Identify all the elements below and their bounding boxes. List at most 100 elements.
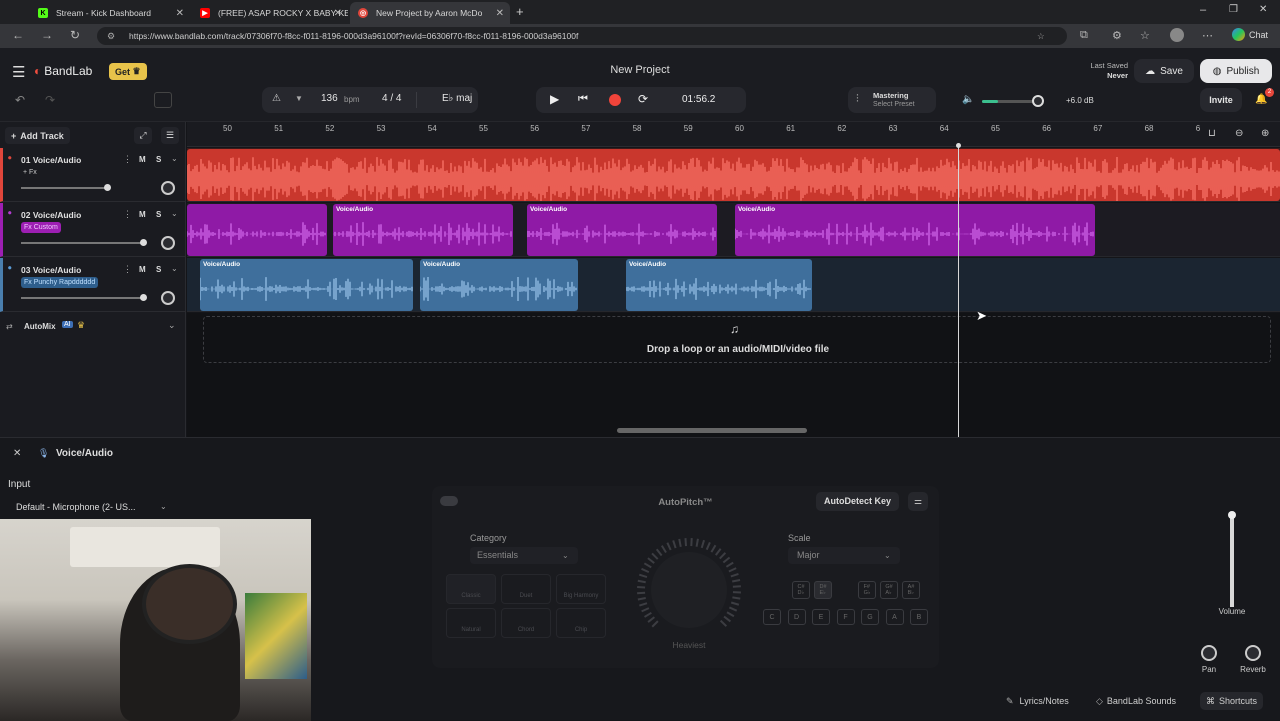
- lyrics-notes-button[interactable]: ✎Lyrics/Notes: [1006, 692, 1069, 710]
- reverb-knob[interactable]: [1245, 645, 1261, 661]
- close-icon[interactable]: ✕: [334, 8, 342, 19]
- bandlab-sounds-button[interactable]: ◇BandLab Sounds: [1096, 692, 1176, 710]
- record-icon[interactable]: [609, 94, 621, 106]
- audio-clip[interactable]: Voice/Audio: [333, 204, 513, 256]
- input-select[interactable]: Default - Microphone (2- US... ⌄: [8, 499, 174, 515]
- close-icon[interactable]: ✕: [13, 448, 21, 459]
- solo-button[interactable]: S: [156, 265, 161, 274]
- chevron-down-icon[interactable]: ⌄: [168, 320, 176, 331]
- window-close-icon[interactable]: ✕: [1259, 4, 1267, 15]
- redo-icon[interactable]: ↷: [45, 93, 55, 107]
- sharp-key[interactable]: G# A♭: [880, 581, 898, 599]
- audio-clip[interactable]: Voice/Audio: [527, 204, 717, 256]
- solo-button[interactable]: S: [156, 210, 161, 219]
- volume-fader[interactable]: [1230, 511, 1234, 607]
- audio-clip[interactable]: Voice/Audio: [735, 204, 1095, 256]
- playhead[interactable]: [958, 146, 959, 437]
- forward-icon[interactable]: →: [41, 28, 53, 42]
- more-icon[interactable]: ⋯: [1202, 29, 1213, 42]
- sharp-key[interactable]: C# D♭: [792, 581, 810, 599]
- skip-back-icon[interactable]: ⏮: [578, 93, 588, 106]
- track-volume-slider[interactable]: [21, 242, 146, 244]
- chevron-down-icon[interactable]: ⌄: [171, 154, 178, 163]
- reload-icon[interactable]: ↻: [70, 28, 80, 42]
- timeline-ruler[interactable]: 505152535455565758596061626364656667686 …: [187, 122, 1280, 147]
- pan-knob[interactable]: [161, 181, 175, 195]
- preset-button[interactable]: Natural: [446, 608, 496, 638]
- automation-icon[interactable]: ⤢: [134, 127, 152, 144]
- browser-tab[interactable]: ▶ (FREE) ASAP ROCKY X BABY KEEM ✕: [192, 2, 348, 24]
- track-menu-icon[interactable]: ⋮: [123, 154, 132, 165]
- close-icon[interactable]: ✕: [176, 8, 184, 19]
- publish-button[interactable]: ◍Publish: [1200, 59, 1272, 83]
- chat-button[interactable]: Chat: [1232, 28, 1268, 41]
- sharp-key[interactable]: D# E♭: [814, 581, 832, 599]
- pan-knob[interactable]: [161, 236, 175, 250]
- solo-button[interactable]: S: [156, 155, 161, 164]
- magnet-icon[interactable]: ⊔: [1208, 128, 1216, 139]
- note-key[interactable]: F: [837, 609, 855, 625]
- track-name[interactable]: 02 Voice/Audio: [21, 210, 81, 220]
- chevron-down-icon[interactable]: ▼: [295, 94, 303, 103]
- track-volume-slider[interactable]: [21, 297, 146, 299]
- slider-thumb[interactable]: [140, 239, 147, 246]
- zoom-out-icon[interactable]: ⊖: [1235, 128, 1243, 139]
- track-lane[interactable]: [187, 148, 1280, 202]
- speaker-icon[interactable]: 🔈: [962, 94, 974, 105]
- note-key[interactable]: A: [886, 609, 904, 625]
- track-header[interactable]: ⏺ 01 Voice/Audio ⋮ M S ⌄ + Fx: [0, 148, 186, 202]
- metronome-icon[interactable]: ⚠: [272, 93, 281, 104]
- time-signature[interactable]: 4 / 4: [382, 93, 401, 104]
- pan-knob[interactable]: [161, 291, 175, 305]
- note-key[interactable]: B: [910, 609, 928, 625]
- invite-button[interactable]: Invite: [1200, 88, 1242, 112]
- minimize-icon[interactable]: –: [1200, 4, 1206, 16]
- back-icon[interactable]: ←: [12, 28, 24, 42]
- horizontal-scrollbar[interactable]: [617, 428, 807, 433]
- volume-thumb[interactable]: [1032, 95, 1044, 107]
- fx-button[interactable]: Fx Custom: [21, 222, 61, 233]
- bookmark-star-icon[interactable]: ☆: [1037, 27, 1045, 45]
- maximize-icon[interactable]: ❐: [1229, 4, 1238, 15]
- track-header[interactable]: ⏺ 02 Voice/Audio ⋮ M S ⌄ Fx Custom: [0, 203, 186, 257]
- settings-sliders-icon[interactable]: ⚌: [908, 492, 928, 511]
- preset-button[interactable]: Classic: [446, 574, 496, 604]
- track-volume-slider[interactable]: [21, 187, 107, 189]
- key-value[interactable]: E♭ maj: [442, 93, 472, 104]
- zoom-in-icon[interactable]: ⊕: [1261, 128, 1269, 139]
- browser-tab-active[interactable]: ◎ New Project by Aaron McDo ✕: [350, 2, 510, 24]
- audio-clip[interactable]: [187, 149, 1280, 201]
- sharp-key[interactable]: A# B♭: [902, 581, 920, 599]
- grid-icon[interactable]: [154, 92, 172, 108]
- playhead-handle[interactable]: [956, 143, 961, 148]
- audio-clip[interactable]: Voice/Audio: [626, 259, 812, 311]
- track-lane[interactable]: Voice/Audio Voice/Audio Voice/Audio: [187, 258, 1280, 312]
- note-key[interactable]: D: [788, 609, 806, 625]
- slider-thumb[interactable]: [104, 184, 111, 191]
- category-select[interactable]: Essentials ⌄: [470, 547, 578, 564]
- track-header[interactable]: ⏺ 03 Voice/Audio ⋮ M S ⌄ Fx Punchy Rapdd…: [0, 258, 186, 312]
- audio-clip[interactable]: Voice/Audio: [200, 259, 413, 311]
- autodetect-key-button[interactable]: AutoDetect Key: [816, 492, 899, 511]
- extensions-icon[interactable]: ⧉: [1080, 29, 1088, 42]
- shortcuts-button[interactable]: ⌘Shortcuts: [1200, 692, 1263, 710]
- mute-button[interactable]: M: [139, 265, 146, 274]
- track-menu-icon[interactable]: ⋮: [123, 264, 132, 275]
- track-name[interactable]: 03 Voice/Audio: [21, 265, 81, 275]
- preset-button[interactable]: Chip: [556, 608, 606, 638]
- audio-clip[interactable]: Voice/Audio: [420, 259, 578, 311]
- preset-button[interactable]: Chord: [501, 608, 551, 638]
- avatar[interactable]: [1170, 28, 1184, 42]
- audio-clip[interactable]: [187, 204, 327, 256]
- filter-icon[interactable]: ☰: [161, 127, 179, 144]
- autopitch-knob[interactable]: [634, 538, 744, 648]
- favorites-icon[interactable]: ☆: [1140, 29, 1150, 42]
- preset-button[interactable]: Duet: [501, 574, 551, 604]
- settings-icon[interactable]: ⚙: [1112, 29, 1122, 42]
- slider-thumb[interactable]: [140, 294, 147, 301]
- chevron-down-icon[interactable]: ⌄: [171, 209, 178, 218]
- site-info-icon[interactable]: ⚙: [107, 27, 115, 45]
- close-icon[interactable]: ✕: [496, 8, 504, 19]
- fx-button[interactable]: + Fx: [21, 167, 40, 178]
- mastering-button[interactable]: ⫶ Mastering Select Preset: [848, 87, 936, 113]
